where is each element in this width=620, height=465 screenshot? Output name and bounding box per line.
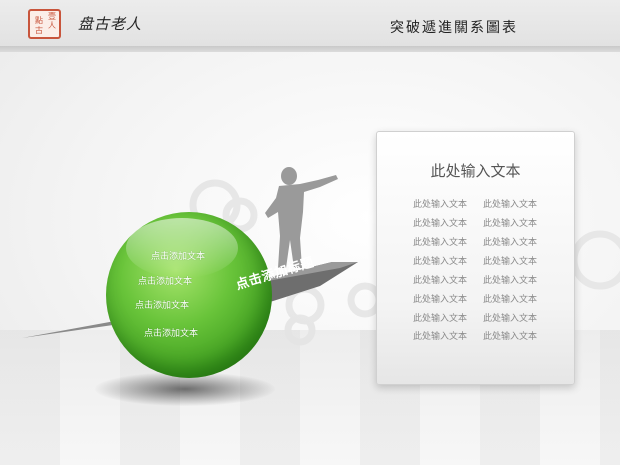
panel-right-line-2[interactable]: 此处输入文本 xyxy=(483,216,537,229)
sphere-text-4[interactable]: 点击添加文本 xyxy=(144,326,198,339)
panel-right-line-1[interactable]: 此处输入文本 xyxy=(483,197,537,210)
sphere-highlight xyxy=(126,218,238,278)
panel-left-line-3[interactable]: 此处输入文本 xyxy=(413,235,467,248)
panel-left-line-2[interactable]: 此处输入文本 xyxy=(413,216,467,229)
panel-left-line-8[interactable]: 此处输入文本 xyxy=(413,329,467,342)
panel-left-line-1[interactable]: 此处输入文本 xyxy=(413,197,467,210)
panel-left-line-6[interactable]: 此处输入文本 xyxy=(413,292,467,305)
sphere-text-1[interactable]: 点击添加文本 xyxy=(151,249,205,262)
panel-left-line-5[interactable]: 此处输入文本 xyxy=(413,273,467,286)
panel-left-line-7[interactable]: 此处输入文本 xyxy=(413,311,467,324)
panel-right-line-3[interactable]: 此处输入文本 xyxy=(483,235,537,248)
panel-right-line-8[interactable]: 此处输入文本 xyxy=(483,329,537,342)
sphere-text-2[interactable]: 点击添加文本 xyxy=(138,274,192,287)
text-panel: 此处输入文本 此处输入文本 此处输入文本 此处输入文本 此处输入文本 此处输入文… xyxy=(376,131,575,385)
panel-right-line-6[interactable]: 此处输入文本 xyxy=(483,292,537,305)
panel-right-line-5[interactable]: 此处输入文本 xyxy=(483,273,537,286)
panel-title[interactable]: 此处输入文本 xyxy=(377,160,574,181)
panel-right-line-7[interactable]: 此处输入文本 xyxy=(483,311,537,324)
panel-left-line-4[interactable]: 此处输入文本 xyxy=(413,254,467,267)
panel-right-line-4[interactable]: 此处输入文本 xyxy=(483,254,537,267)
sphere-text-3[interactable]: 点击添加文本 xyxy=(135,298,189,311)
